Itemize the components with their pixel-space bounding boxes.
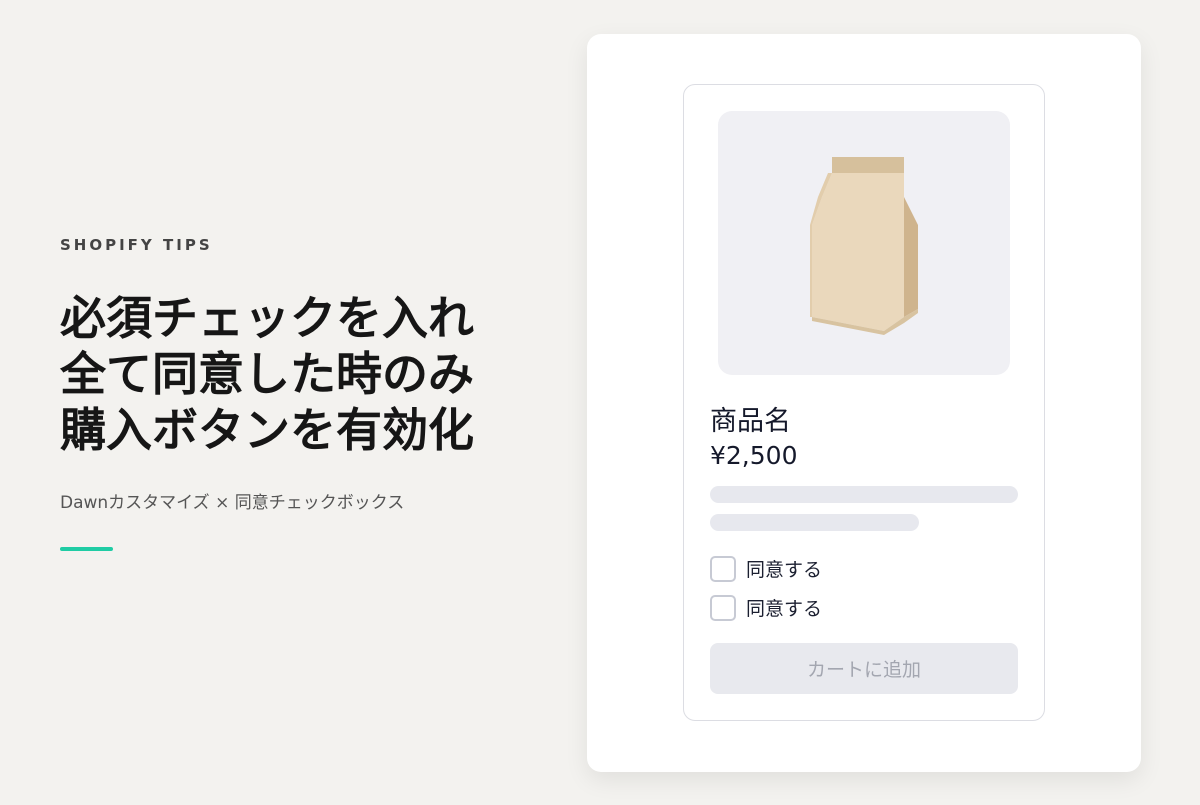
agree-checkbox[interactable] (710, 555, 736, 582)
eyebrow-label: SHOPIFY TIPS (60, 236, 213, 254)
headline-line: 全て同意した時のみ (60, 347, 474, 401)
preview-panel: 商品名 ¥2,500 同意する 同意する カートに追加 (587, 34, 1141, 772)
headline-line: 必須チェックを入れ (60, 291, 474, 345)
headline: 必須チェックを入れ 全て同意した時のみ 購入ボタンを有効化 (60, 290, 560, 458)
description-placeholder (710, 514, 919, 531)
agree-checkbox-label[interactable]: 同意する (746, 555, 822, 582)
hero-text: SHOPIFY TIPS 必須チェックを入れ 全て同意した時のみ 購入ボタンを有… (60, 236, 560, 551)
product-name: 商品名 (710, 406, 791, 437)
add-to-cart-button[interactable]: カートに追加 (710, 643, 1018, 694)
headline-line: 購入ボタンを有効化 (60, 403, 474, 457)
subtitle: Dawnカスタマイズ × 同意チェックボックス (60, 493, 405, 513)
product-image (718, 111, 1010, 375)
agree-checkbox-label[interactable]: 同意する (746, 594, 822, 621)
product-price: ¥2,500 (710, 441, 798, 470)
agree-checkbox[interactable] (710, 594, 736, 621)
coffee-bag-icon (810, 157, 918, 335)
agree-checkbox-row[interactable]: 同意する (710, 555, 822, 582)
agree-checkbox-row[interactable]: 同意する (710, 594, 822, 621)
description-placeholder (710, 486, 1018, 503)
accent-divider (60, 547, 113, 551)
product-card: 商品名 ¥2,500 同意する 同意する カートに追加 (683, 84, 1045, 721)
